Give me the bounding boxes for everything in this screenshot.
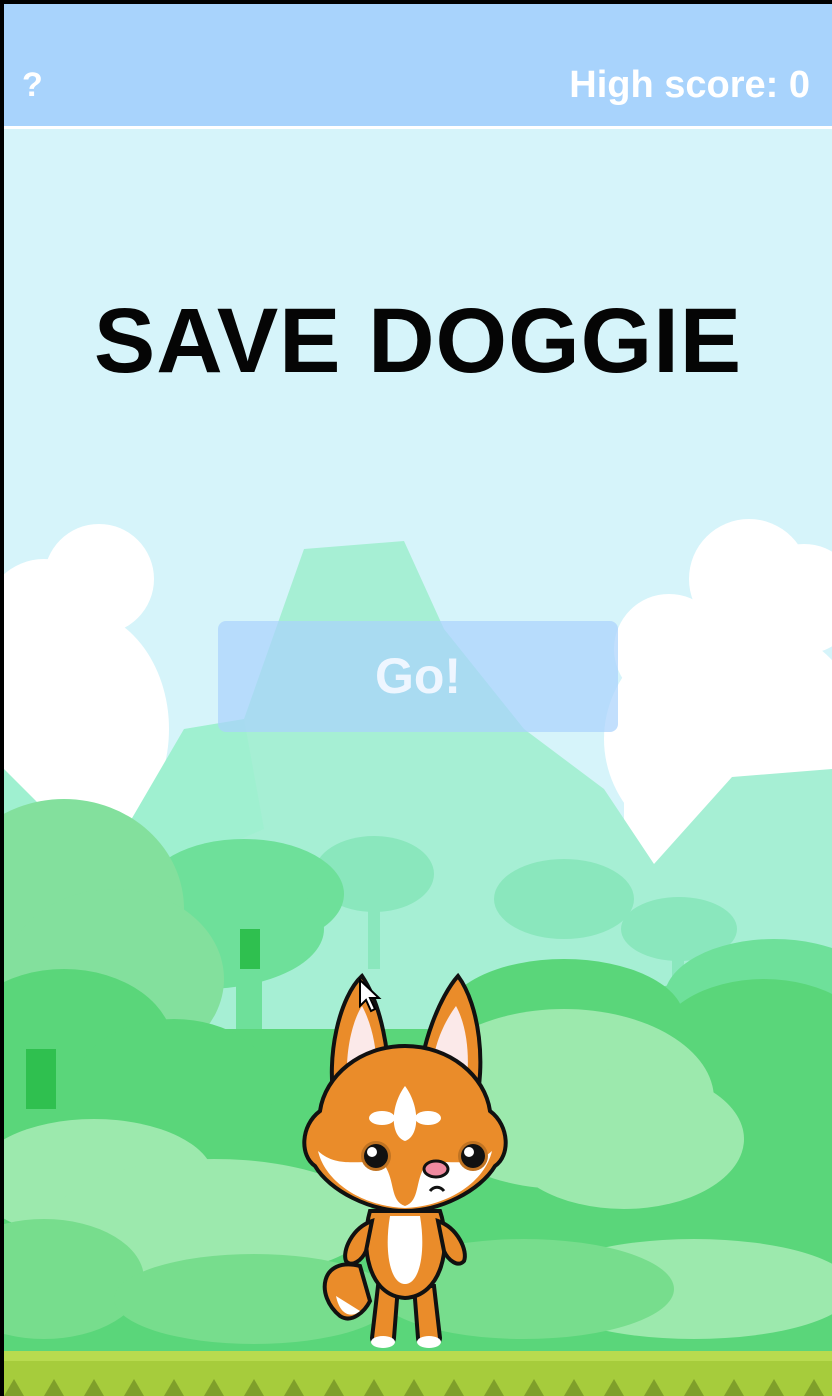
help-button[interactable]: ? — [22, 66, 43, 105]
high-score-label: High score: 0 — [569, 64, 810, 106]
mouse-pointer-icon — [359, 978, 382, 1013]
game-window: ? High score: 0 SAVE DOGGIE Go! — [4, 4, 832, 1396]
doggie-character — [302, 972, 508, 1348]
go-button[interactable]: Go! — [218, 621, 618, 732]
game-title: SAVE DOGGIE — [93, 290, 743, 392]
top-bar: ? High score: 0 — [4, 4, 832, 129]
